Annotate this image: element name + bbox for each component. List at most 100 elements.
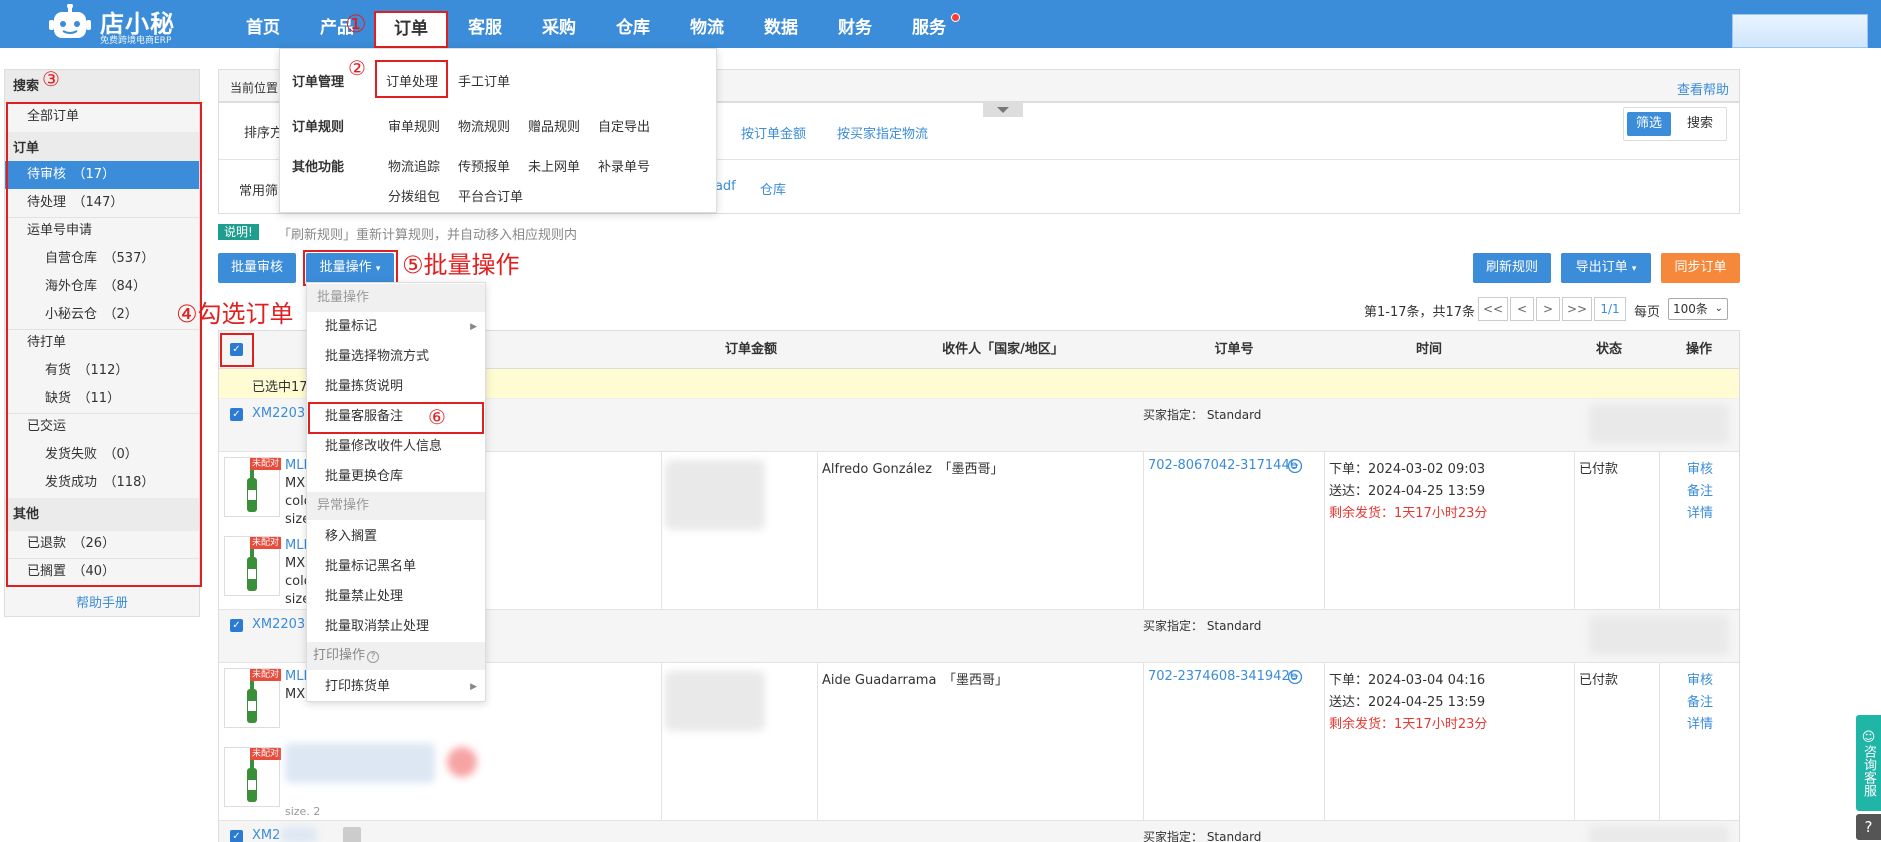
- nav-orders[interactable]: 订单: [374, 11, 448, 48]
- batch-edit-recipient-item[interactable]: 批量修改收件人信息: [307, 432, 485, 462]
- highlight-select-all: [220, 333, 254, 367]
- sort-by-amount[interactable]: 按订单金额: [741, 123, 806, 142]
- nav-logistics[interactable]: 物流: [682, 0, 732, 48]
- nav-services[interactable]: 服务: [904, 0, 954, 48]
- batch-change-warehouse-item[interactable]: 批量更换仓库: [307, 462, 485, 492]
- pager-last[interactable]: >>: [1562, 297, 1592, 321]
- action-review[interactable]: 审核: [1687, 669, 1713, 688]
- blurred-badge: [447, 747, 477, 777]
- nav-customer-service[interactable]: 客服: [460, 0, 510, 48]
- order-number-link[interactable]: 702-8067042-3171446: [1148, 458, 1298, 473]
- buyer-specified-text: 买家指定： Standard: [1143, 619, 1262, 633]
- pager-next[interactable]: >: [1536, 297, 1560, 321]
- batch-forbid-item[interactable]: 批量禁止处理: [307, 582, 485, 612]
- order-checkbox[interactable]: ✓: [230, 619, 243, 632]
- batch-section-head: 批量操作: [307, 284, 485, 312]
- order-group-header: ✓ XM2 买家指定： Standard: [219, 821, 1739, 842]
- annotation-2: ②: [348, 56, 366, 80]
- location-label: 当前位置: [230, 81, 279, 95]
- order-id-link[interactable]: XM2: [252, 828, 280, 842]
- search-mode-button[interactable]: 搜索: [1678, 112, 1722, 136]
- sort-label: 排序方: [244, 126, 284, 141]
- menu-link-not-online[interactable]: 未上网单: [528, 156, 580, 175]
- filter-tag-warehouse[interactable]: 仓库: [760, 179, 786, 198]
- action-detail[interactable]: 详情: [1687, 502, 1713, 521]
- deliver-time: 送达：2024-04-25 13:59: [1329, 484, 1486, 499]
- copy-icon[interactable]: [343, 827, 361, 842]
- product-thumbnail[interactable]: 未配对: [224, 457, 281, 517]
- menu-link-logistics-rules[interactable]: 物流规则: [458, 116, 510, 135]
- action-note[interactable]: 备注: [1687, 480, 1713, 499]
- pager-prev[interactable]: <: [1510, 297, 1534, 321]
- export-orders-button[interactable]: 导出订单 ▾: [1561, 253, 1651, 283]
- sort-by-buyer-logistics[interactable]: 按买家指定物流: [837, 123, 928, 142]
- menu-link-manual-order[interactable]: 手工订单: [458, 71, 510, 90]
- per-page-label: 每页: [1634, 305, 1661, 320]
- batch-picking-note-item[interactable]: 批量拣货说明: [307, 372, 485, 402]
- refresh-rules-button[interactable]: 刷新规则: [1473, 253, 1551, 283]
- annotation-3: ③: [42, 67, 60, 91]
- user-account-box[interactable]: [1732, 14, 1868, 48]
- consult-service-button[interactable]: ☺咨询客服: [1856, 715, 1881, 811]
- product-thumbnail[interactable]: 未配对: [224, 747, 281, 807]
- menu-link-platform-combined[interactable]: 平台合订单: [458, 186, 523, 205]
- help-question-button[interactable]: ?: [1856, 814, 1881, 840]
- nav-purchasing[interactable]: 采购: [534, 0, 584, 48]
- caret-down-icon: [997, 107, 1009, 113]
- highlight-order-processing: [375, 60, 448, 98]
- product-thumbnail[interactable]: 未配对: [224, 536, 281, 596]
- blurred-id: [281, 827, 317, 842]
- divider: [661, 663, 662, 821]
- header-amount: 订单金额: [724, 342, 777, 357]
- status-text: 已付款: [1579, 673, 1619, 688]
- print-picking-list-item[interactable]: 打印拣货单 ▶: [307, 672, 485, 702]
- help-manual-link[interactable]: 帮助手册: [5, 592, 199, 611]
- order-id-link[interactable]: XM22033: [252, 406, 313, 421]
- batch-blacklist-item[interactable]: 批量标记黑名单: [307, 552, 485, 582]
- nav-data[interactable]: 数据: [756, 0, 806, 48]
- batch-unforbid-item[interactable]: 批量取消禁止处理: [307, 612, 485, 642]
- nav-finance[interactable]: 财务: [830, 0, 880, 48]
- menu-link-gift-rules[interactable]: 赠品规则: [528, 116, 580, 135]
- blurred-info: [1589, 826, 1729, 842]
- menu-link-custom-export[interactable]: 自定导出: [598, 116, 650, 135]
- menu-link-supplement-tracking[interactable]: 补录单号: [598, 156, 650, 175]
- batch-review-button[interactable]: 批量审核: [218, 253, 296, 283]
- view-help-link[interactable]: 查看帮助: [1677, 79, 1729, 98]
- pager-first[interactable]: <<: [1478, 297, 1508, 321]
- filter-mode-button[interactable]: 筛选: [1627, 112, 1671, 136]
- action-detail[interactable]: 详情: [1687, 713, 1713, 732]
- action-review[interactable]: 审核: [1687, 458, 1713, 477]
- nav-warehouse[interactable]: 仓库: [608, 0, 658, 48]
- batch-mark-item[interactable]: 批量标记 ▶: [307, 312, 485, 342]
- order-id-link[interactable]: XM22033: [252, 617, 313, 632]
- caret-right-icon: ▶: [470, 682, 477, 692]
- highlight-batch-ops: [303, 250, 398, 286]
- divider: [1143, 663, 1144, 821]
- order-checkbox[interactable]: ✓: [230, 830, 243, 842]
- menu-link-logistics-tracking[interactable]: 物流追踪: [388, 156, 440, 175]
- order-number-link[interactable]: 702-2374608-3419426: [1148, 669, 1298, 684]
- order-checkbox[interactable]: ✓: [230, 408, 243, 421]
- nav-home[interactable]: 首页: [238, 0, 288, 48]
- not-matched-tag: 未配对: [249, 458, 281, 470]
- question-circle-icon[interactable]: ?: [367, 651, 380, 663]
- menu-link-review-rules[interactable]: 审单规则: [388, 116, 440, 135]
- message-icon[interactable]: [1287, 669, 1303, 685]
- action-note[interactable]: 备注: [1687, 691, 1713, 710]
- divider: [1659, 663, 1660, 821]
- sync-orders-button[interactable]: 同步订单: [1661, 253, 1740, 283]
- divider: [1324, 452, 1325, 610]
- move-on-hold-item[interactable]: 移入搁置: [307, 522, 485, 552]
- batch-select-logistics-item[interactable]: 批量选择物流方式: [307, 342, 485, 372]
- per-page-select[interactable]: 100条 ⌄: [1668, 298, 1728, 320]
- menu-link-pre-manifest[interactable]: 传预报单: [458, 156, 510, 175]
- message-icon[interactable]: [1287, 458, 1303, 474]
- collapse-toggle[interactable]: [983, 103, 1023, 117]
- sidebar-search-head: 搜索: [5, 70, 199, 103]
- logo[interactable]: 店小秘 免费跨境电商ERP: [48, 2, 198, 46]
- selected-count-text: 已选中17: [252, 380, 308, 395]
- product-thumbnail[interactable]: 未配对: [224, 668, 281, 728]
- header-status: 状态: [1595, 342, 1622, 357]
- menu-link-sort-pack[interactable]: 分拨组包: [388, 186, 440, 205]
